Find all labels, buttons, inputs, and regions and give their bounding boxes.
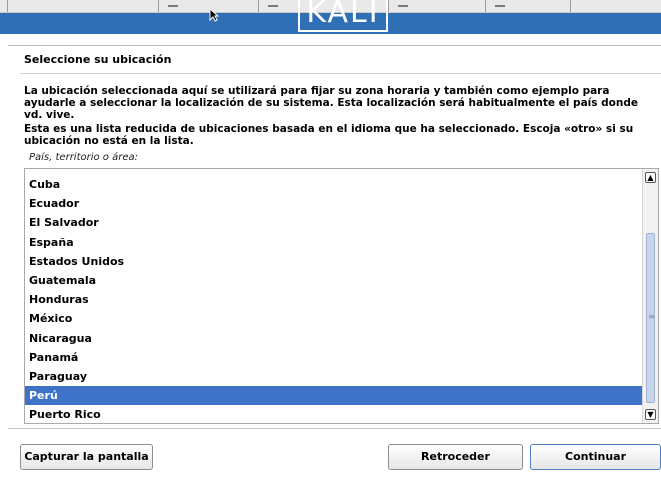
location-list: Cuba Ecuador El Salvador España Estados …	[25, 169, 642, 423]
tab-dash-icon	[398, 5, 408, 7]
back-button[interactable]: Retroceder	[388, 444, 523, 470]
list-item[interactable]: México	[25, 309, 642, 328]
list-item[interactable]: Ecuador	[25, 194, 642, 213]
scrollbar-thumb[interactable]: ≡	[646, 233, 655, 403]
screenshot-button[interactable]: Capturar la pantalla	[20, 444, 153, 470]
list-item[interactable]: España	[25, 233, 642, 252]
scroll-down-icon[interactable]: ▼	[645, 409, 656, 420]
kali-logo: KALI	[298, 0, 388, 32]
list-item[interactable]: Guatemala	[25, 271, 642, 290]
footer-separator	[8, 428, 661, 429]
tab-separator	[570, 0, 571, 12]
list-item[interactable]: Estados Unidos	[25, 252, 642, 271]
grip-icon: ≡	[648, 312, 655, 321]
mouse-pointer-icon	[209, 8, 219, 22]
tab-separator	[258, 0, 259, 12]
title-rule	[20, 73, 661, 74]
list-item[interactable]: Panamá	[25, 348, 642, 367]
tab-dash-icon	[268, 5, 278, 7]
tab-separator	[158, 0, 159, 12]
list-scrollbar[interactable]: ▲ ≡ ▼	[642, 169, 658, 423]
tab-separator	[388, 0, 389, 12]
list-explanation-text: Esta es una lista reducida de ubicacione…	[24, 123, 634, 147]
list-item[interactable]: Puerto Rico	[25, 405, 642, 423]
tab-separator	[7, 0, 8, 12]
scroll-up-icon[interactable]: ▲	[645, 172, 656, 183]
tab-separator	[485, 0, 486, 12]
list-item[interactable]: Nicaragua	[25, 329, 642, 348]
list-item[interactable]: Cuba	[25, 175, 642, 194]
list-item[interactable]: Paraguay	[25, 367, 642, 386]
continue-button[interactable]: Continuar	[530, 444, 661, 470]
page-title: Seleccione su ubicación	[24, 53, 172, 66]
list-item-selected[interactable]: Perú	[25, 386, 642, 406]
installer-banner: KALI	[0, 0, 661, 34]
list-item[interactable]: Honduras	[25, 290, 642, 309]
description-text: La ubicación seleccionada aquí se utiliz…	[24, 85, 639, 121]
list-prompt-label: País, territorio o área:	[29, 152, 138, 163]
tab-dash-icon	[495, 5, 505, 7]
tab-dash-icon	[168, 5, 178, 7]
list-item[interactable]: El Salvador	[25, 213, 642, 232]
header-separator	[8, 45, 661, 46]
location-listbox[interactable]: Cuba Ecuador El Salvador España Estados …	[24, 168, 659, 424]
